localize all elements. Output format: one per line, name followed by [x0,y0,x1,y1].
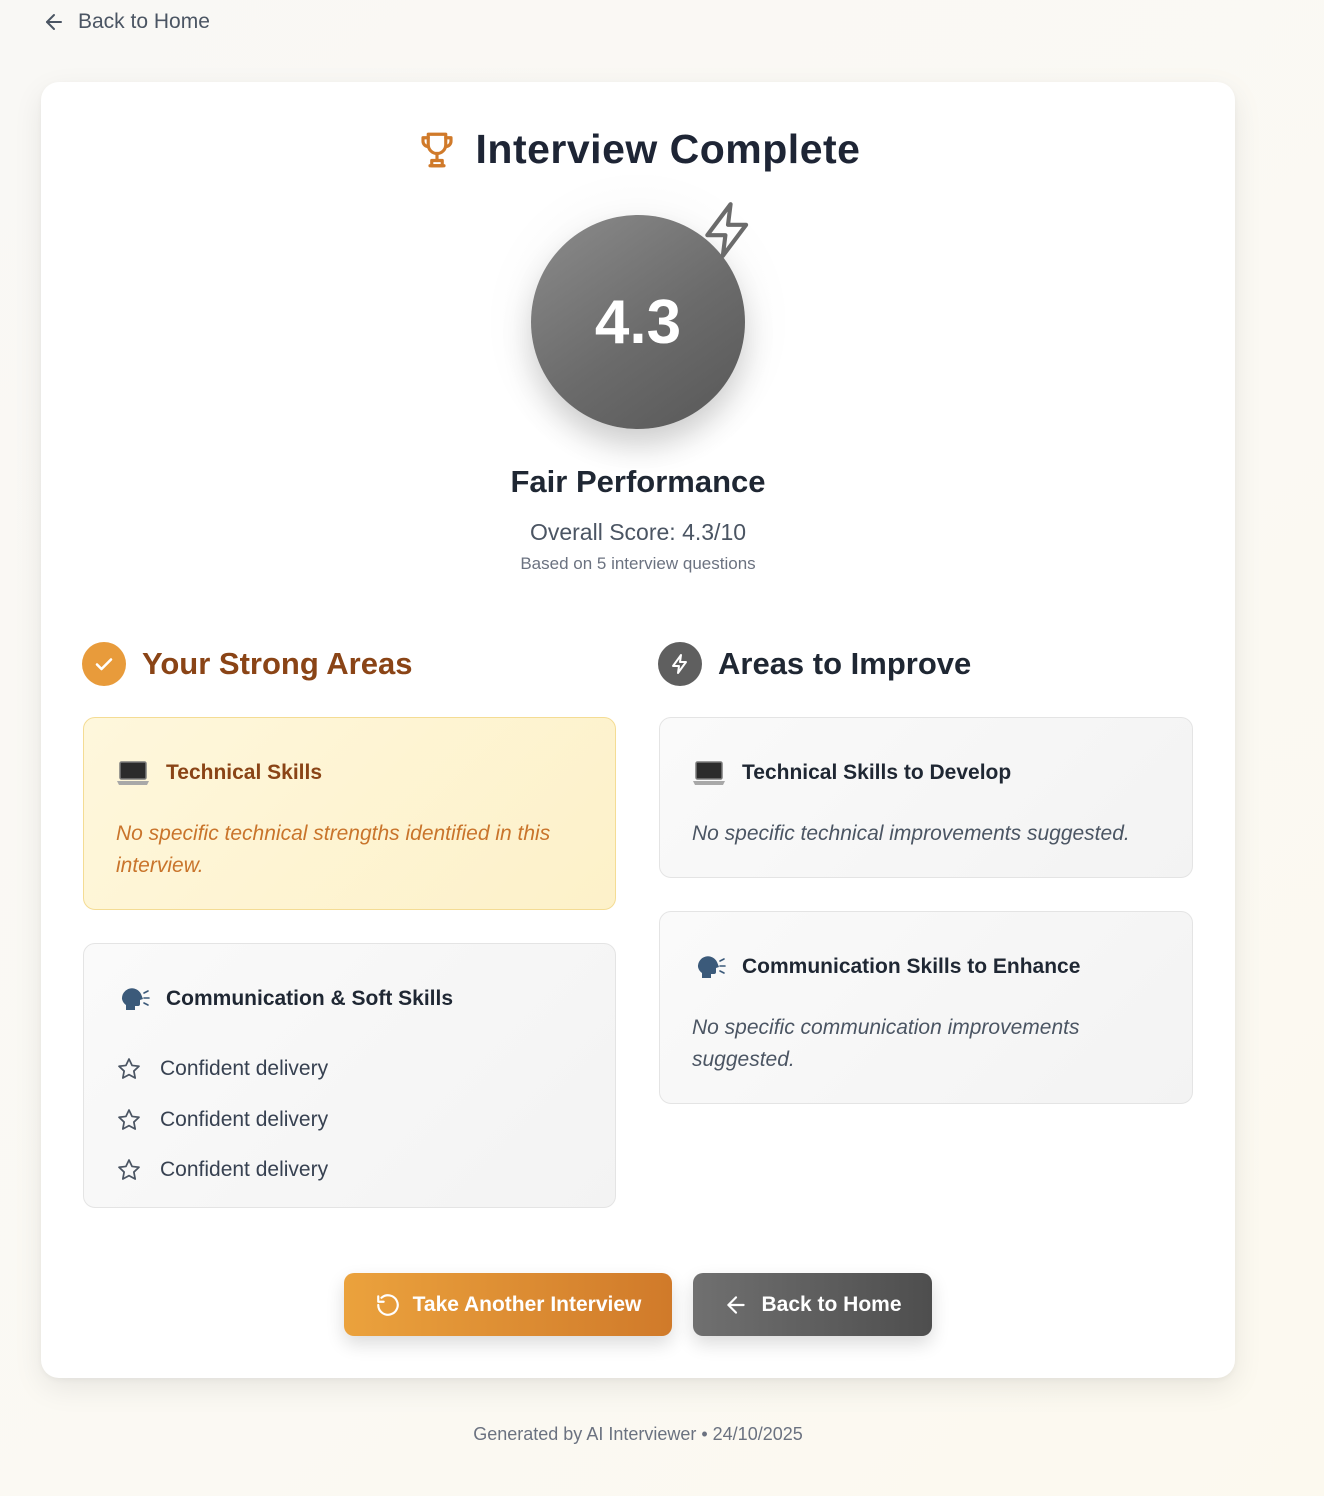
improve-technical-text: No specific technical improvements sugge… [692,822,1130,845]
improve-technical-header: Technical Skills to Develop [692,756,1160,790]
strong-technical-card: Technical Skills No specific technical s… [83,717,616,910]
lightning-icon [672,654,687,674]
improve-areas-badge [658,642,702,686]
take-another-interview-label: Take Another Interview [412,1292,642,1316]
strong-areas-heading: Your Strong Areas [82,642,412,686]
improve-communication-title: Communication Skills to Enhance [742,955,1081,978]
score-value: 4.3 [594,287,682,357]
star-outline-icon [118,1159,140,1181]
back-to-home-button[interactable]: Back to Home [693,1273,932,1336]
improve-technical-title: Technical Skills to Develop [742,761,1012,784]
trophy-icon [420,132,453,167]
overall-score-text: Overall Score: 4.3/10 [529,519,747,545]
footer-text: Generated by AI Interviewer • 24/10/2025 [473,1424,803,1444]
strength-list: Confident delivery Confident delivery Co… [116,1044,583,1196]
performance-label: Fair Performance [510,464,766,499]
strong-technical-title: Technical Skills [166,761,323,784]
star-outline-icon [118,1058,140,1080]
list-item: Confident delivery [116,1095,583,1146]
strong-areas-title: Your Strong Areas [142,646,413,681]
improve-communication-card: Communication Skills to Enhance No speci… [659,911,1193,1104]
arrow-left-icon [46,14,62,30]
list-item-label: Confident delivery [160,1057,329,1081]
improve-communication-text: No specific communication improvements s… [692,1016,1080,1071]
laptop-icon [692,756,726,790]
strong-technical-header: Technical Skills [116,756,583,790]
strong-areas-badge [82,642,126,686]
improve-communication-header: Communication Skills to Enhance [692,950,1160,984]
based-on-text: Based on 5 interview questions [520,554,756,573]
strong-communication-header: Communication & Soft Skills [116,982,583,1016]
list-item: Confident delivery [116,1145,583,1196]
back-to-home-label: Back to Home [78,10,210,33]
speaking-head-icon [116,982,150,1016]
lightning-icon [705,202,749,258]
strong-communication-title: Communication & Soft Skills [166,987,454,1010]
list-item-label: Confident delivery [160,1158,329,1182]
arrow-left-icon [727,1295,746,1314]
star-outline-icon [118,1108,140,1130]
results-card: Interview Complete 4.3 Fair Performance … [41,82,1235,1378]
speaking-head-icon [692,950,726,984]
list-item-label: Confident delivery [160,1107,329,1131]
strong-technical-text: No specific technical strengths identifi… [116,822,551,877]
score-display: 4.3 [471,155,805,489]
improve-areas-heading: Areas to Improve [658,642,971,686]
improve-technical-card: Technical Skills to Develop No specific … [659,717,1193,878]
back-to-home-link[interactable]: Back to Home [42,10,210,34]
back-to-home-button-label: Back to Home [761,1292,902,1316]
improve-areas-title: Areas to Improve [718,646,972,681]
strong-communication-card: Communication & Soft Skills Confident de… [83,943,616,1208]
rotate-icon [376,1293,399,1316]
laptop-icon [116,756,150,790]
list-item: Confident delivery [116,1044,583,1095]
take-another-interview-button[interactable]: Take Another Interview [344,1273,672,1336]
check-icon [95,658,113,671]
